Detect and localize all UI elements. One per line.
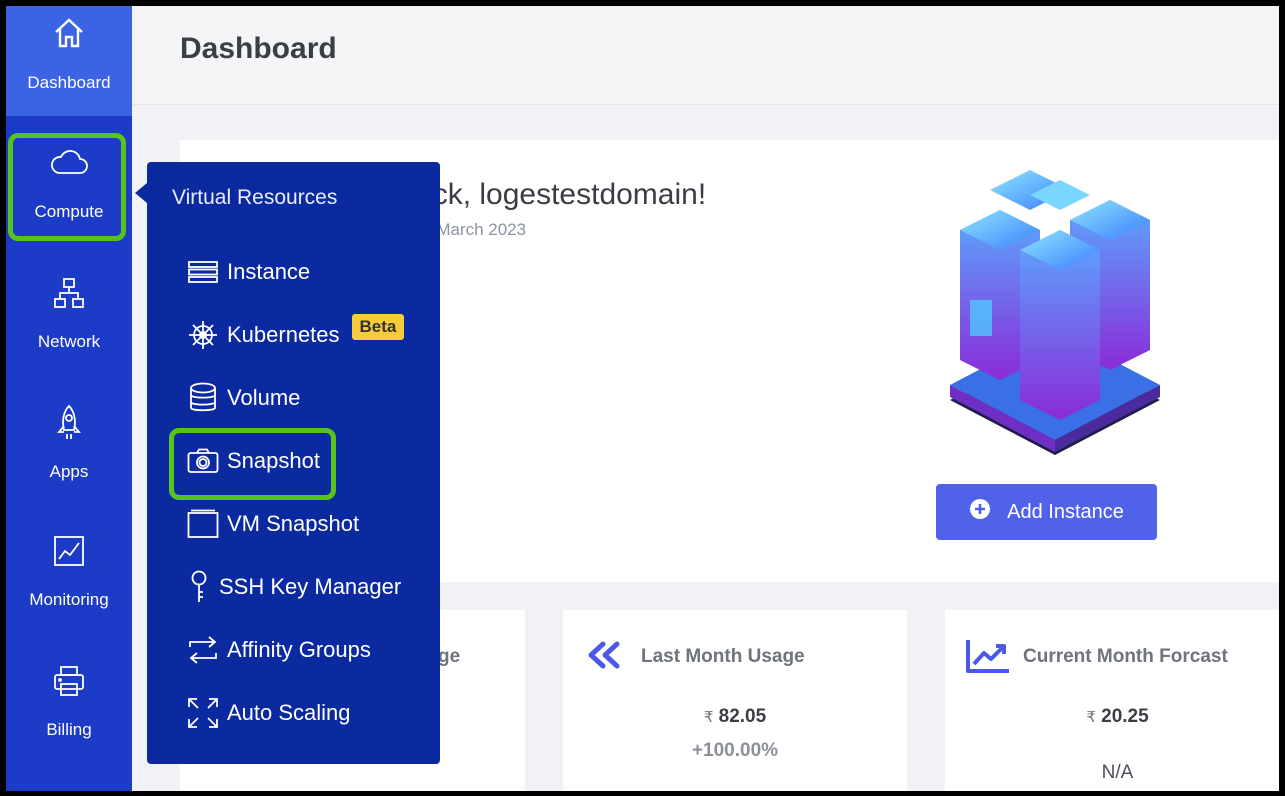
chart-icon (6, 534, 132, 568)
server-icon (187, 256, 219, 288)
sidebar-item-apps[interactable]: Apps (6, 394, 132, 504)
menu-item-vm-snapshot[interactable]: VM Snapshot (187, 504, 359, 544)
window-icon (187, 508, 219, 540)
stat-title: Current Month Forcast (1023, 646, 1228, 667)
plus-circle-icon (969, 498, 991, 526)
add-instance-label: Add Instance (1007, 500, 1124, 523)
network-icon (6, 276, 132, 310)
menu-item-label: SSH Key Manager (219, 574, 402, 599)
menu-title: Virtual Resources (172, 186, 338, 209)
menu-item-label: Affinity Groups (227, 637, 371, 662)
menu-item-ssh-key-manager[interactable]: SSH Key Manager (187, 567, 401, 607)
menu-item-label: Volume (227, 385, 301, 410)
stat-title: ge (438, 646, 461, 667)
snapshot-highlight (169, 428, 336, 500)
sidebar-item-label: Billing (46, 720, 92, 739)
sidebar-item-monitoring[interactable]: Monitoring (6, 524, 132, 634)
sidebar-item-label: Network (37, 332, 101, 351)
stat-change: +100.00% (691, 740, 779, 761)
app-window: Dashboard Compute Network Apps Monitorin… (6, 6, 1279, 791)
page-title: Dashboard (180, 32, 337, 65)
stat-title: Last Month Usage (641, 646, 805, 667)
arrows-icon (187, 634, 219, 666)
menu-item-label: Instance (227, 259, 311, 284)
stat-card-last-month: Last Month Usage ₹ 82.05 +100.00% (563, 610, 907, 791)
beta-badge: Beta (351, 314, 405, 340)
sidebar: Dashboard Compute Network Apps Monitorin… (6, 6, 132, 791)
server-illustration (950, 170, 1160, 455)
menu-pointer (135, 183, 147, 203)
key-icon (187, 570, 211, 603)
sidebar-item-label: Dashboard (27, 73, 111, 92)
welcome-greeting: Back, logestestdomain! (396, 178, 707, 211)
stat-extra: N/A (1101, 762, 1134, 783)
home-icon (6, 16, 132, 50)
compute-menu: Virtual Resources Instance Kubernetes Be… (147, 162, 440, 764)
add-instance-button[interactable]: Add Instance (936, 484, 1157, 540)
menu-item-label: Kubernetes (227, 322, 340, 347)
double-chevron-left-icon (585, 640, 623, 675)
expand-icon (187, 697, 219, 729)
helm-icon (187, 319, 219, 351)
menu-item-kubernetes[interactable]: Kubernetes Beta (187, 314, 405, 355)
menu-item-auto-scaling[interactable]: Auto Scaling (187, 693, 351, 733)
stat-value: ₹ 20.25 (1086, 706, 1149, 727)
top-bar: Dashboard (132, 6, 1279, 105)
stat-card-forecast: Current Month Forcast ₹ 20.25 N/A (945, 610, 1279, 791)
rocket-icon (6, 404, 132, 442)
compute-highlight (8, 133, 126, 241)
stat-value: ₹ 82.05 (703, 706, 767, 727)
menu-item-label: VM Snapshot (227, 511, 360, 536)
sidebar-item-billing[interactable]: Billing (6, 654, 132, 764)
sidebar-item-label: Monitoring (29, 590, 109, 609)
sidebar-item-label: Apps (49, 462, 89, 481)
sidebar-item-dashboard[interactable]: Dashboard (6, 6, 132, 116)
trending-up-icon (965, 638, 1011, 679)
menu-item-label: Auto Scaling (227, 700, 351, 725)
menu-item-volume[interactable]: Volume (187, 378, 300, 418)
printer-icon (6, 664, 132, 698)
database-icon (187, 382, 219, 414)
sidebar-item-network[interactable]: Network (6, 264, 132, 374)
menu-item-instance[interactable]: Instance (187, 252, 310, 292)
menu-item-affinity-groups[interactable]: Affinity Groups (187, 630, 371, 670)
